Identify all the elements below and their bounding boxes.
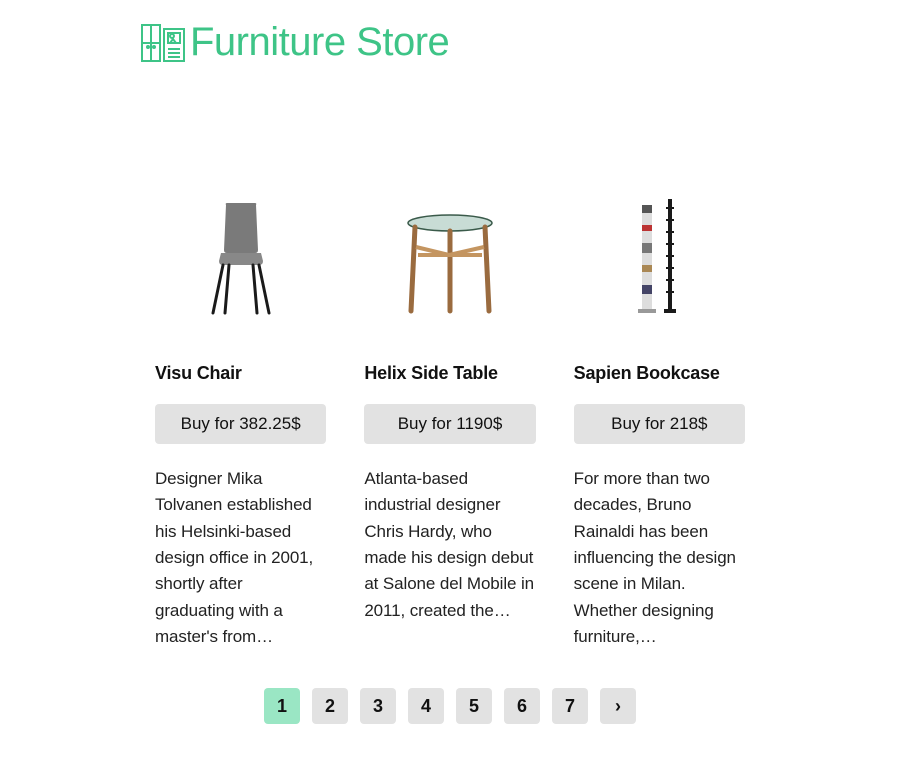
page-button-5[interactable]: 5 [456, 688, 492, 724]
page-button-6[interactable]: 6 [504, 688, 540, 724]
buy-button[interactable]: Buy for 1190$ [364, 404, 535, 444]
page-button-3[interactable]: 3 [360, 688, 396, 724]
page-button-1[interactable]: 1 [264, 688, 300, 724]
product-grid: Visu Chair Buy for 382.25$ Designer Mika… [0, 155, 900, 650]
buy-button[interactable]: Buy for 382.25$ [155, 404, 326, 444]
store-title[interactable]: Furniture Store [190, 20, 449, 65]
page-button-2[interactable]: 2 [312, 688, 348, 724]
product-card: Sapien Bookcase Buy for 218$ For more th… [574, 155, 745, 650]
page-button-4[interactable]: 4 [408, 688, 444, 724]
product-image[interactable] [574, 155, 745, 315]
page-next-button[interactable]: › [600, 688, 636, 724]
product-description: Designer Mika Tolvanen established his H… [155, 466, 326, 650]
product-title[interactable]: Helix Side Table [364, 363, 535, 384]
product-card: Visu Chair Buy for 382.25$ Designer Mika… [155, 155, 326, 650]
product-description: Atlanta-based industrial designer Chris … [364, 466, 535, 624]
product-title[interactable]: Visu Chair [155, 363, 326, 384]
pagination: 1 2 3 4 5 6 7 › [0, 688, 900, 724]
product-image[interactable] [364, 155, 535, 315]
buy-button[interactable]: Buy for 218$ [574, 404, 745, 444]
store-logo-icon [140, 23, 186, 63]
product-description: For more than two decades, Bruno Rainald… [574, 466, 745, 650]
product-card: Helix Side Table Buy for 1190$ Atlanta-b… [364, 155, 535, 650]
header: Furniture Store [0, 20, 900, 65]
page-button-7[interactable]: 7 [552, 688, 588, 724]
product-image[interactable] [155, 155, 326, 315]
product-title[interactable]: Sapien Bookcase [574, 363, 745, 384]
